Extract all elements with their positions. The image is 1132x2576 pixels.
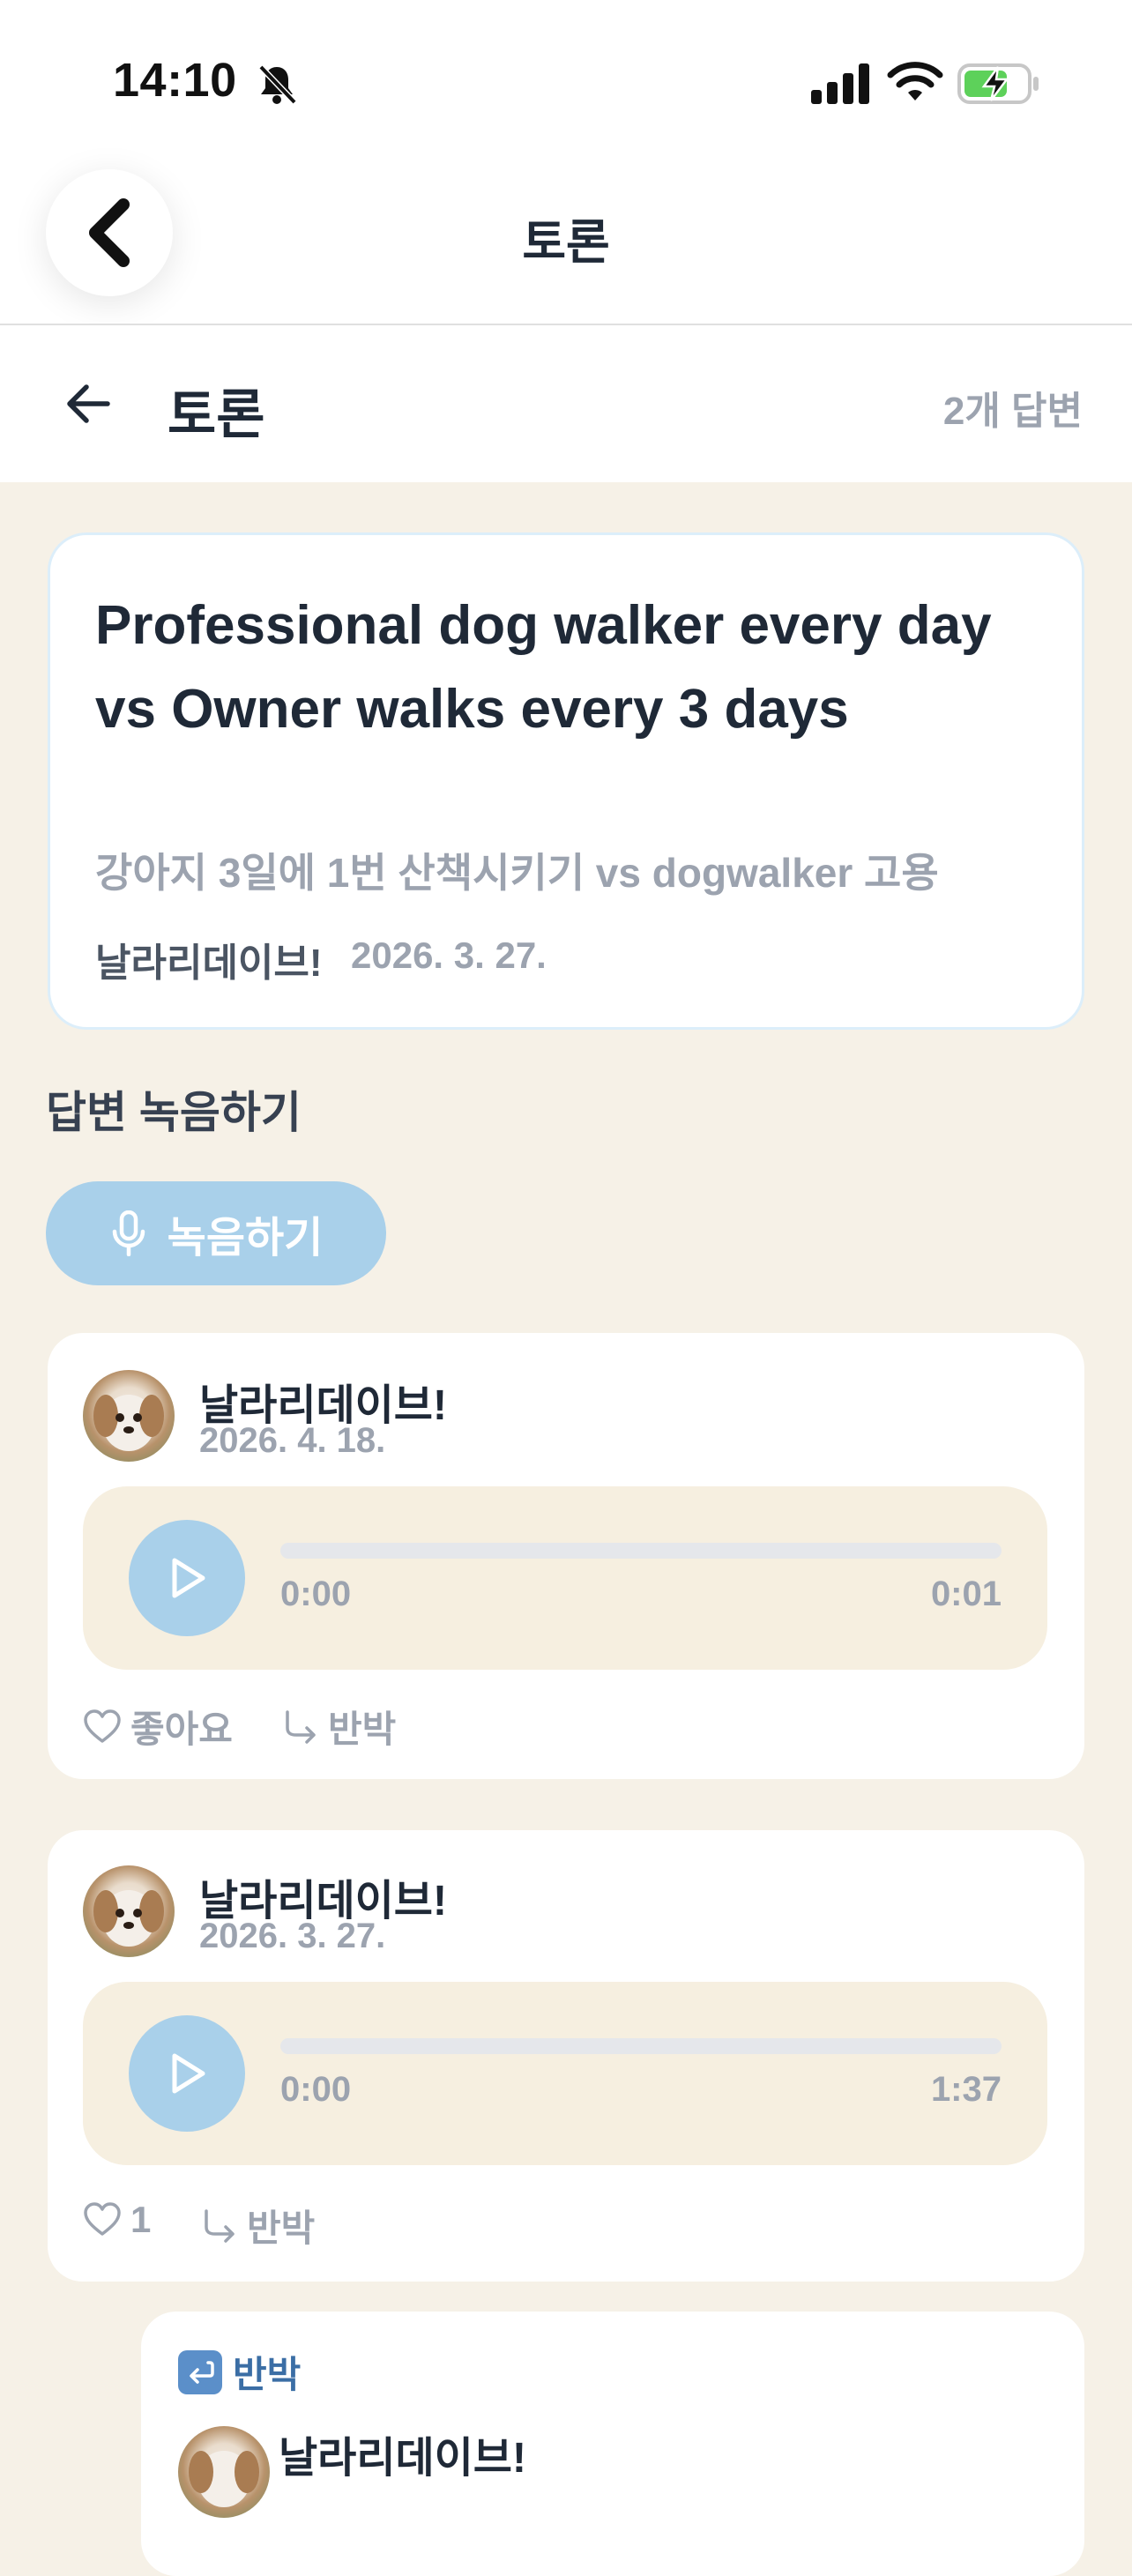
topic-subtitle: 강아지 3일에 1번 산책시키기 vs dogwalker 고용 [95, 850, 939, 896]
avatar [83, 1865, 175, 1957]
nav-title: 토론 [522, 216, 610, 269]
audio-time-current: 0:00 [280, 1575, 352, 1613]
reply-button[interactable]: 반박 [201, 2199, 315, 2252]
play-icon [172, 1558, 205, 1598]
audio-time-total: 0:01 [930, 1575, 1002, 1613]
arrow-left-icon[interactable] [62, 377, 115, 430]
rebuttal-tag: 반박 [178, 2345, 301, 2399]
avatar [178, 2426, 270, 2518]
bell-slash-icon [258, 64, 297, 105]
signal-icon [811, 63, 869, 104]
play-button[interactable] [129, 1520, 245, 1636]
sub-title: 토론 [168, 385, 265, 444]
audio-time-total: 1:37 [930, 2070, 1002, 2109]
heart-icon [84, 2202, 121, 2236]
play-icon [172, 2053, 205, 2094]
record-section-label: 답변 녹음하기 [46, 1088, 302, 1137]
answers-count: 2개 답변 [942, 390, 1083, 433]
rebuttal-label: 반박 [233, 2354, 302, 2395]
top-bar [0, 0, 1132, 324]
play-button[interactable] [129, 2015, 245, 2132]
rebuttal-author: 날라리데이브! [279, 2435, 526, 2482]
reply-arrow-icon [205, 2208, 235, 2243]
like-button[interactable]: 좋아요 [83, 1700, 233, 1753]
return-arrow-icon [178, 2349, 222, 2394]
record-button[interactable]: 녹음하기 [46, 1181, 386, 1285]
topic-author: 날라리데이브! [95, 942, 323, 985]
like-button[interactable]: 1 [83, 2199, 151, 2241]
answer-date: 2026. 3. 27. [199, 1917, 386, 1955]
reply-button[interactable]: 반박 [282, 1700, 396, 1753]
battery-charging-icon [957, 63, 1039, 104]
avatar [83, 1370, 175, 1462]
audio-progress-track[interactable] [280, 2038, 1002, 2054]
status-time: 14:10 [113, 54, 237, 107]
heart-icon [84, 1709, 121, 1743]
reply-label: 반박 [247, 2207, 316, 2249]
microphone-icon [112, 1210, 145, 1256]
reply-arrow-icon [286, 1709, 316, 1744]
answer-date: 2026. 4. 18. [199, 1421, 386, 1460]
like-count: 1 [130, 2199, 152, 2240]
audio-progress-track[interactable] [280, 1543, 1002, 1559]
topic-date: 2026. 3. 27. [351, 934, 547, 976]
topic-title: Professional dog walker every day vs Own… [95, 595, 992, 740]
audio-time-current: 0:00 [280, 2070, 352, 2109]
reply-label: 반박 [328, 1709, 397, 1750]
like-label: 좋아요 [130, 1709, 233, 1750]
wifi-icon [887, 62, 943, 101]
record-button-label: 녹음하기 [167, 1215, 324, 1262]
